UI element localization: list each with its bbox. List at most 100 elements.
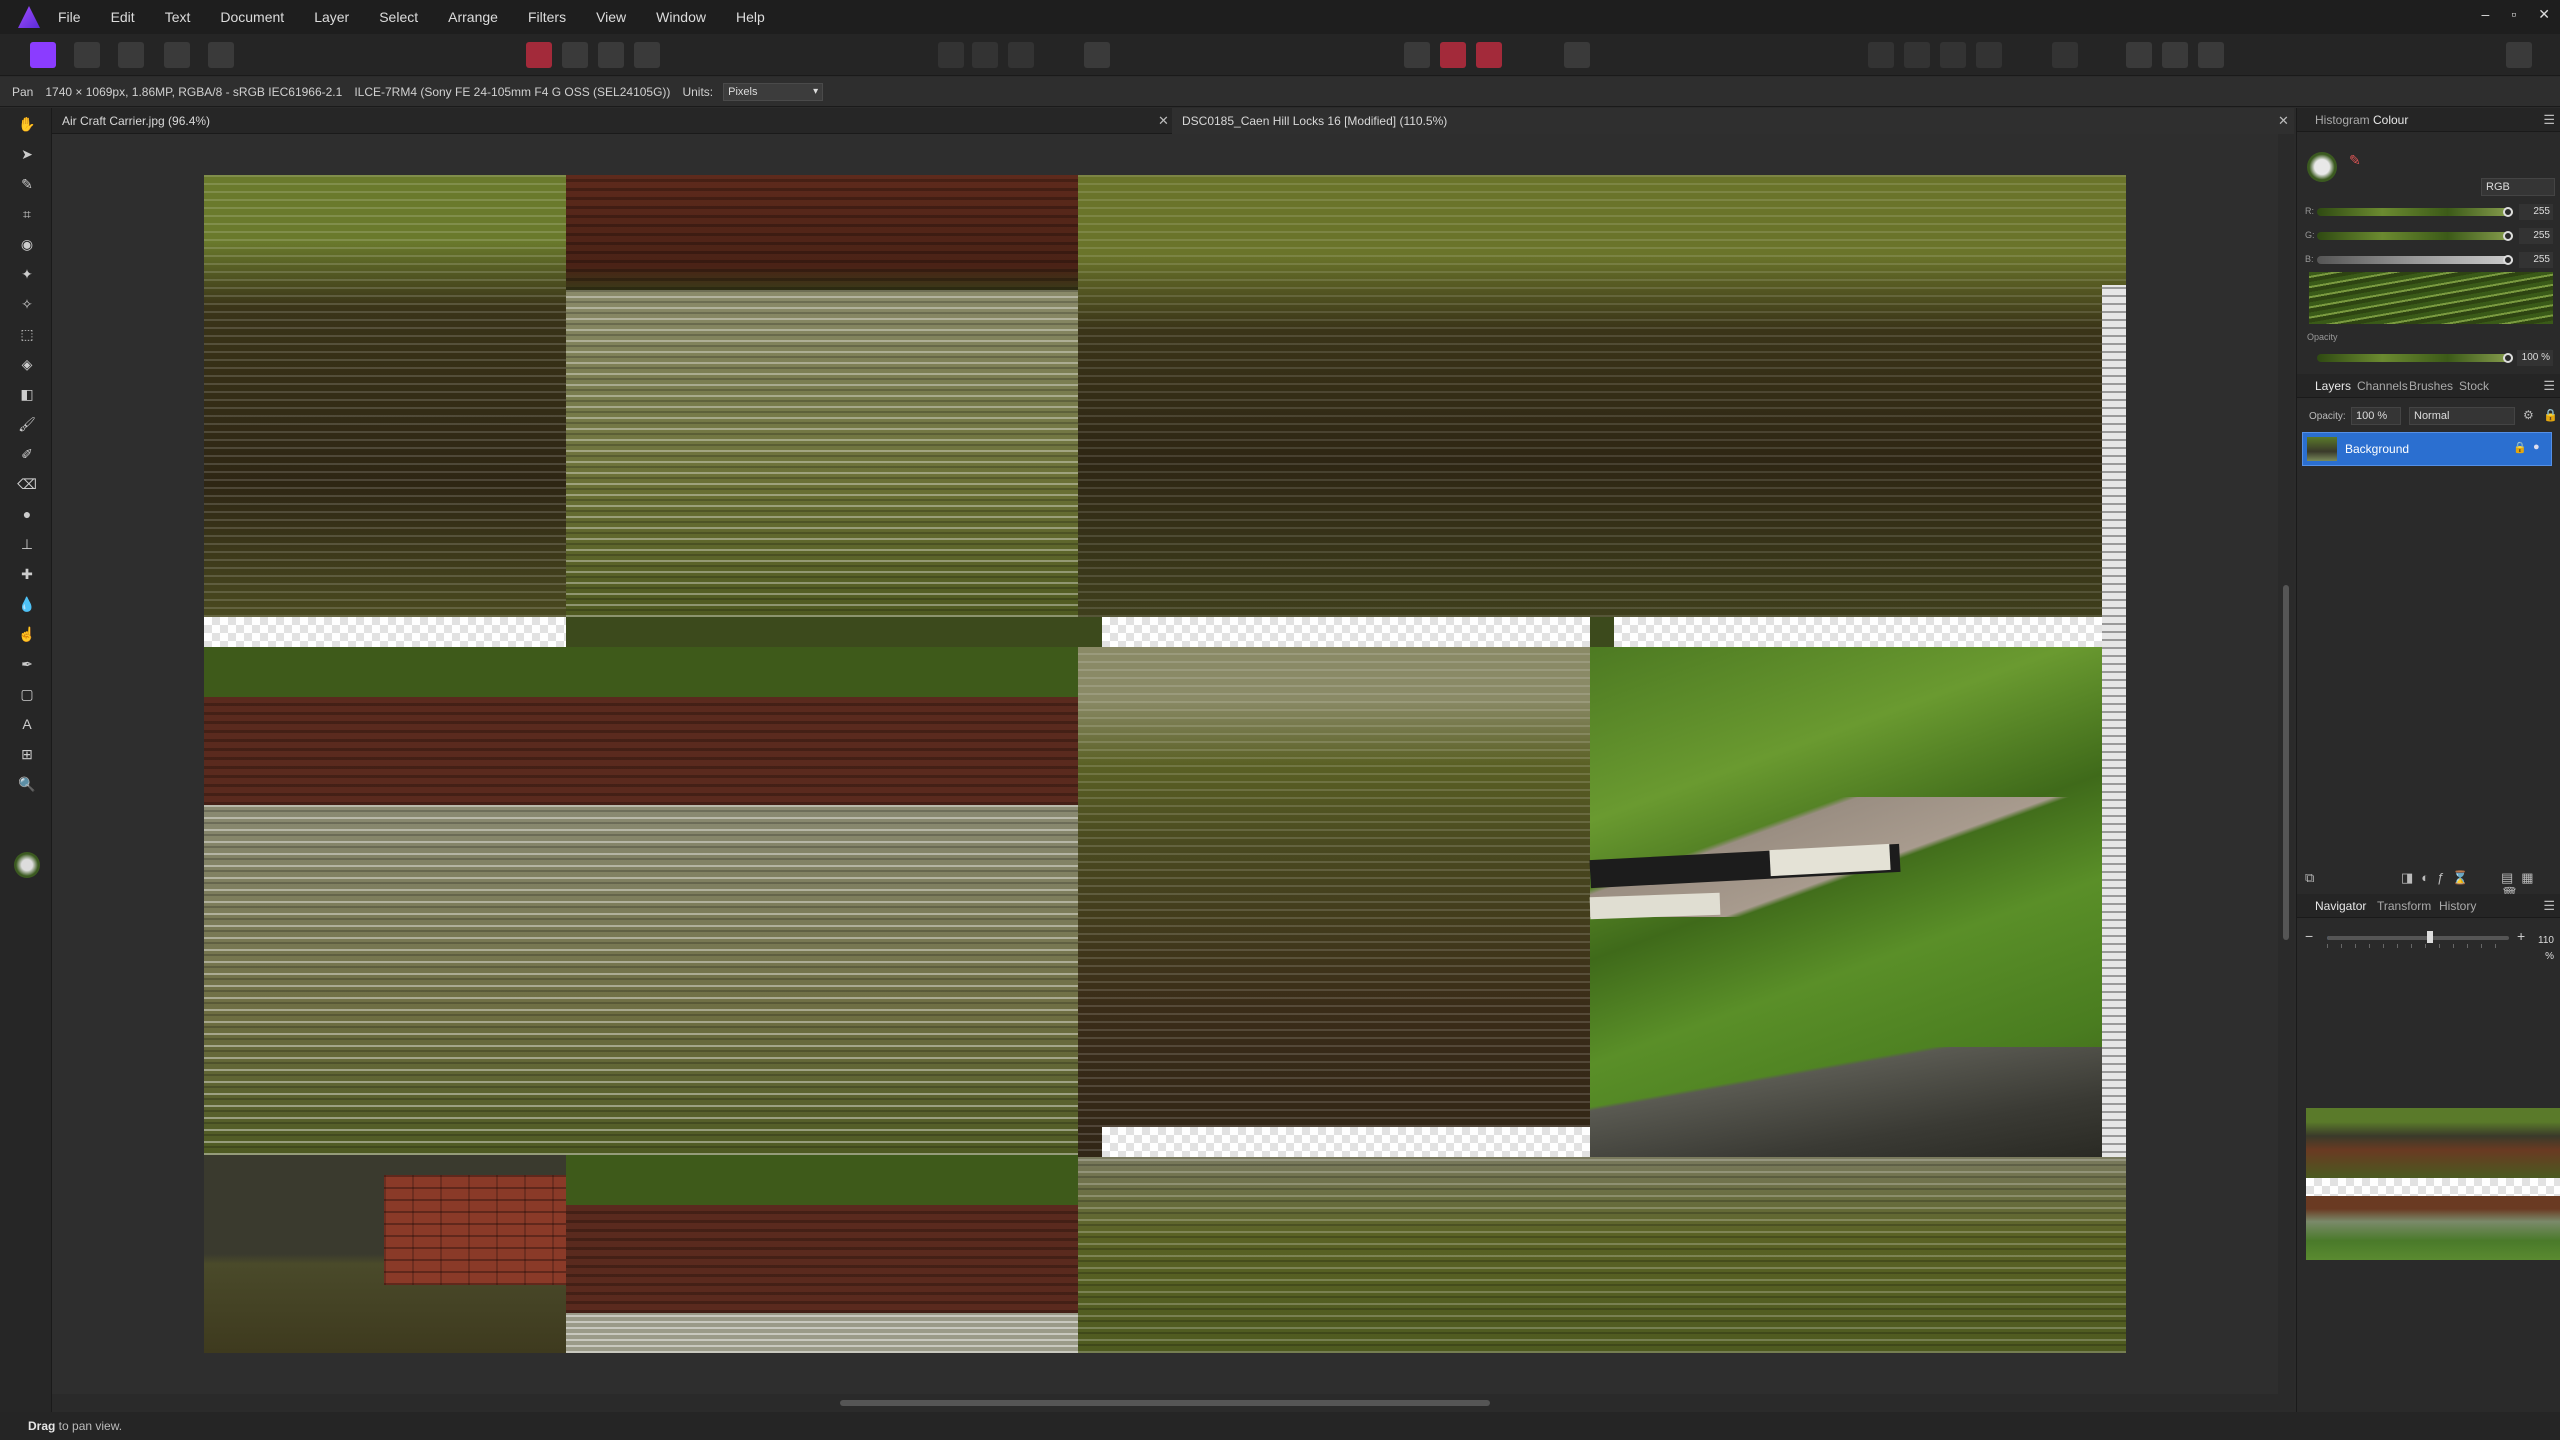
tab-brushes[interactable]: Brushes xyxy=(2409,374,2453,398)
tab-colour[interactable]: Colour xyxy=(2373,108,2408,132)
tab-close-icon[interactable]: ✕ xyxy=(2278,108,2289,134)
tab-histogram[interactable]: Histogram xyxy=(2315,108,2370,132)
zoom-out-icon[interactable]: − xyxy=(2305,928,2313,944)
colour-mode-select[interactable]: RGB xyxy=(2481,178,2555,196)
share-icon[interactable] xyxy=(2126,42,2152,68)
chat-icon[interactable] xyxy=(1564,42,1590,68)
canvas-image[interactable] xyxy=(204,175,2126,1353)
pixel-tool-icon[interactable]: ✐ xyxy=(17,444,37,464)
zoom-value[interactable]: 110 % xyxy=(2529,933,2557,962)
layer-row-background[interactable]: Background 🔒 ● xyxy=(2302,432,2552,466)
arrange-backward-icon[interactable] xyxy=(1940,42,1966,68)
green-slider[interactable] xyxy=(2317,232,2513,240)
colour-wheel-icon[interactable] xyxy=(2307,152,2337,182)
photo-persona-icon[interactable] xyxy=(30,42,56,68)
snapping-icon[interactable] xyxy=(1404,42,1430,68)
layer-adjust-icon[interactable]: ⧉ xyxy=(2305,870,2314,886)
tab-history[interactable]: History xyxy=(2439,894,2476,918)
panel-menu-icon[interactable]: ☰ xyxy=(2543,108,2555,132)
auto-contrast-icon[interactable] xyxy=(562,42,588,68)
account-icon[interactable] xyxy=(2506,42,2532,68)
crop-tool-icon[interactable]: ⌗ xyxy=(17,204,37,224)
colour-swatch-icon[interactable] xyxy=(14,852,40,878)
green-value[interactable]: 255 xyxy=(2519,228,2553,244)
layer-visibility-icon[interactable]: ● xyxy=(2533,441,2540,453)
tab-navigator[interactable]: Navigator xyxy=(2315,894,2366,918)
menu-layer[interactable]: Layer xyxy=(314,9,349,25)
layer-controls-icon[interactable]: ◨◐ƒ⌛ xyxy=(2401,870,2477,886)
close-window-button[interactable]: ✕ xyxy=(2538,6,2550,23)
paint-brush-icon[interactable]: 🖌 xyxy=(17,414,37,434)
levels-icon[interactable] xyxy=(526,42,552,68)
layer-lock-icon[interactable]: 🔒 xyxy=(2513,441,2527,454)
marquee-tool-icon[interactable]: ⬚ xyxy=(17,324,37,344)
arrange-forward-icon[interactable] xyxy=(1904,42,1930,68)
export-persona-icon[interactable] xyxy=(208,42,234,68)
layer-opacity-select[interactable]: 100 % xyxy=(2351,407,2401,425)
tab-stock[interactable]: Stock xyxy=(2459,374,2489,398)
invert-selection-icon[interactable] xyxy=(1008,42,1034,68)
horizontal-scroll-thumb[interactable] xyxy=(840,1400,1490,1406)
arrange-back-icon[interactable] xyxy=(1976,42,2002,68)
blend-mode-select[interactable]: Normal xyxy=(2409,407,2515,425)
align-icon[interactable] xyxy=(2052,42,2078,68)
develop-persona-icon[interactable] xyxy=(118,42,144,68)
zoom-tool-icon[interactable]: 🔍 xyxy=(17,774,37,794)
minimize-button[interactable]: – xyxy=(2482,6,2490,23)
menu-view[interactable]: View xyxy=(596,9,626,25)
selection-brush-icon[interactable]: ◉ xyxy=(17,234,37,254)
opacity-slider-knob[interactable] xyxy=(2503,353,2513,363)
macro-record-icon[interactable] xyxy=(1440,42,1466,68)
lock-icon[interactable]: 🔒 xyxy=(2543,408,2558,422)
healing-brush-icon[interactable]: ✚ xyxy=(17,564,37,584)
eyedropper-icon[interactable]: ✎ xyxy=(2349,152,2361,169)
tab-caen-hill-locks[interactable]: DSC0185_Caen Hill Locks 16 [Modified] (1… xyxy=(1172,108,2294,134)
flood-fill-icon[interactable]: ◈ xyxy=(17,354,37,374)
blue-slider[interactable] xyxy=(2317,256,2513,264)
app-logo-icon[interactable] xyxy=(18,6,40,28)
blue-slider-knob[interactable] xyxy=(2503,255,2513,265)
liquify-persona-icon[interactable] xyxy=(74,42,100,68)
units-select[interactable]: Pixels xyxy=(723,82,824,101)
tone-mapping-persona-icon[interactable] xyxy=(164,42,190,68)
green-slider-knob[interactable] xyxy=(2503,231,2513,241)
clone-brush-icon[interactable]: ⊥ xyxy=(17,534,37,554)
menu-select[interactable]: Select xyxy=(379,9,418,25)
shape-tool-icon[interactable]: ▢ xyxy=(17,684,37,704)
quick-mask-icon[interactable] xyxy=(1084,42,1110,68)
flood-select-icon[interactable]: ✦ xyxy=(17,264,37,284)
magic-wand-icon[interactable]: ✧ xyxy=(17,294,37,314)
vertical-scroll-thumb[interactable] xyxy=(2283,585,2289,940)
pen-tool-icon[interactable]: ✒ xyxy=(17,654,37,674)
blue-value[interactable]: 255 xyxy=(2519,252,2553,268)
deselect-icon[interactable] xyxy=(972,42,998,68)
view-tool-icon[interactable]: ⊞ xyxy=(17,744,37,764)
panel-menu-icon[interactable]: ☰ xyxy=(2543,894,2555,918)
red-slider-knob[interactable] xyxy=(2503,207,2513,217)
panel-menu-icon[interactable]: ☰ xyxy=(2543,374,2555,398)
tab-transform[interactable]: Transform xyxy=(2377,894,2431,918)
erase-brush-icon[interactable]: ⌫ xyxy=(17,474,37,494)
menu-window[interactable]: Window xyxy=(656,9,706,25)
layer-settings-icon[interactable]: ⚙ xyxy=(2523,408,2534,422)
smudge-brush-icon[interactable]: ☝ xyxy=(17,624,37,644)
red-slider[interactable] xyxy=(2317,208,2513,216)
arrange-front-icon[interactable] xyxy=(1868,42,1894,68)
assistant-icon[interactable] xyxy=(1476,42,1502,68)
colour-spectrum[interactable] xyxy=(2309,272,2553,324)
zoom-track[interactable] xyxy=(2327,936,2509,940)
move-tool-icon[interactable]: ➤ xyxy=(17,144,37,164)
opacity-slider[interactable] xyxy=(2317,354,2513,362)
menu-file[interactable]: File xyxy=(58,9,81,25)
menu-filters[interactable]: Filters xyxy=(528,9,566,25)
hand-pan-icon[interactable]: ✋ xyxy=(17,114,37,134)
restore-button[interactable]: ▫ xyxy=(2511,6,2516,23)
duplicate-icon[interactable] xyxy=(2162,42,2188,68)
menu-arrange[interactable]: Arrange xyxy=(448,9,498,25)
gradient-tool-icon[interactable]: ◧ xyxy=(17,384,37,404)
menu-edit[interactable]: Edit xyxy=(111,9,135,25)
menu-document[interactable]: Document xyxy=(220,9,284,25)
community-icon[interactable] xyxy=(2198,42,2224,68)
navigator-preview[interactable] xyxy=(2306,1108,2560,1260)
opacity-value[interactable]: 100 % xyxy=(2517,350,2553,366)
